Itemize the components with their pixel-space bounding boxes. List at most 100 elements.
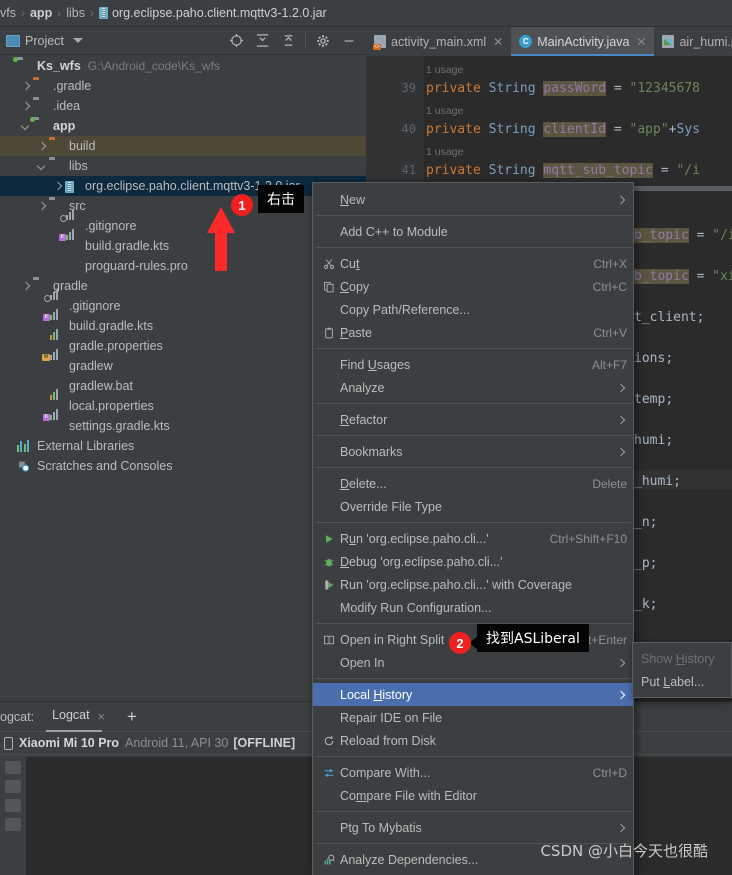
external-libraries-icon bbox=[17, 439, 32, 453]
code-token: private bbox=[426, 163, 489, 178]
chevron-right-icon bbox=[617, 823, 627, 833]
select-opened-file-icon[interactable] bbox=[223, 29, 249, 53]
close-icon[interactable]: × bbox=[98, 710, 105, 724]
project-panel-title[interactable]: Project bbox=[25, 34, 64, 48]
code-token: clientId bbox=[543, 122, 607, 137]
close-icon[interactable]: ✕ bbox=[493, 35, 503, 49]
minimize-icon[interactable] bbox=[336, 29, 362, 53]
tree-item-ks-wfs[interactable]: Ks_wfs G:\Android_code\Ks_wfs bbox=[0, 56, 366, 76]
code-token: temp bbox=[634, 392, 666, 407]
folder-orange-icon bbox=[33, 80, 48, 93]
menu-item-new[interactable]: New bbox=[313, 188, 633, 211]
code-token: _p bbox=[634, 556, 650, 571]
code-token: ; bbox=[649, 597, 658, 612]
add-tab-icon[interactable]: + bbox=[127, 708, 137, 725]
code-token: mqtt_sub_topic bbox=[543, 163, 653, 178]
chevron-right-icon[interactable] bbox=[52, 181, 63, 192]
tab-main-activity-java[interactable]: C MainActivity.java ✕ bbox=[511, 27, 655, 56]
menu-item-label: Paste bbox=[340, 325, 372, 340]
menu-item-repair-ide-on-file[interactable]: Repair IDE on File bbox=[313, 706, 633, 729]
tree-item-app[interactable]: app bbox=[0, 116, 366, 136]
menu-item-ptg-to-mybatis[interactable]: Ptg To Mybatis bbox=[313, 816, 633, 839]
breadcrumb-file[interactable]: org.eclipse.paho.client.mqttv3-1.2.0.jar bbox=[112, 6, 327, 20]
tree-item-build[interactable]: build bbox=[0, 136, 366, 156]
tree-item--idea[interactable]: .idea bbox=[0, 96, 366, 116]
expand-all-icon[interactable] bbox=[249, 29, 275, 53]
menu-item-delete[interactable]: Delete... Delete bbox=[313, 472, 633, 495]
clipboard-icon bbox=[323, 327, 340, 339]
submenu-item-put-label[interactable]: Put Label... bbox=[633, 670, 731, 693]
menu-item-local-history[interactable]: Local History bbox=[313, 683, 633, 706]
logcat-rail-button[interactable] bbox=[5, 799, 21, 812]
tab-activity-main-xml[interactable]: activity_main.xml ✕ bbox=[366, 27, 511, 56]
tree-item--gradle[interactable]: .gradle bbox=[0, 76, 366, 96]
code-fragment: b_topic = "/i bbox=[634, 228, 732, 243]
code-usage-hint[interactable]: 1 usage bbox=[426, 144, 463, 159]
menu-item-copy-path-reference[interactable]: Copy Path/Reference... bbox=[313, 298, 633, 321]
menu-item-label: Add C++ to Module bbox=[340, 224, 448, 239]
code-token: = bbox=[688, 269, 713, 284]
chevron-right-icon[interactable] bbox=[20, 101, 31, 112]
code-token: 1 usage bbox=[426, 64, 464, 76]
chevron-right-icon[interactable] bbox=[36, 141, 47, 152]
menu-item-reload-from-disk[interactable]: Reload from Disk bbox=[313, 729, 633, 752]
chevron-down-icon[interactable] bbox=[20, 121, 31, 132]
tree-item-label: .gradle bbox=[53, 79, 92, 93]
code-usage-hint[interactable]: 1 usage bbox=[426, 103, 463, 118]
menu-item-compare-with[interactable]: Compare With... Ctrl+D bbox=[313, 761, 633, 784]
compare-icon bbox=[323, 767, 340, 779]
code-usage-hint[interactable]: 1 usage bbox=[426, 62, 463, 77]
chevron-right-icon[interactable] bbox=[20, 81, 31, 92]
menu-item-label: Open In bbox=[340, 655, 385, 670]
gear-icon[interactable] bbox=[310, 29, 336, 53]
collapse-all-icon[interactable] bbox=[275, 29, 301, 53]
menu-item-run-org-eclipse-paho-cli-with-coverage[interactable]: Run 'org.eclipse.paho.cli...' with Cover… bbox=[313, 573, 633, 596]
menu-item-run-org-eclipse-paho-cli[interactable]: Run 'org.eclipse.paho.cli...' Ctrl+Shift+… bbox=[313, 527, 633, 550]
text-file-icon bbox=[65, 260, 80, 273]
code-token: humi bbox=[634, 433, 666, 448]
image-file-icon bbox=[662, 35, 675, 48]
menu-item-add-c-to-module[interactable]: Add C++ to Module bbox=[313, 220, 633, 243]
code-token: ; bbox=[665, 392, 674, 407]
menu-item-compare-file-with-editor[interactable]: Compare File with Editor bbox=[313, 784, 633, 807]
breadcrumb-item-app[interactable]: app bbox=[30, 6, 52, 20]
menu-item-open-in[interactable]: Open In bbox=[313, 651, 633, 674]
code-token: 1 usage bbox=[426, 105, 464, 117]
breadcrumb: vfs › app › libs › org.eclipse.paho.clie… bbox=[0, 0, 732, 27]
menu-item-find-usages[interactable]: Find Usages Alt+F7 bbox=[313, 353, 633, 376]
chevron-right-icon[interactable] bbox=[20, 281, 31, 292]
breadcrumb-item-vfs[interactable]: vfs bbox=[0, 6, 16, 20]
tab-air-humi-png[interactable]: air_humi.pn bbox=[654, 27, 732, 56]
annotation-number-2: 2 bbox=[449, 632, 471, 654]
menu-item-debug-org-eclipse-paho-cli[interactable]: Debug 'org.eclipse.paho.cli...' bbox=[313, 550, 633, 573]
close-icon[interactable]: ✕ bbox=[636, 35, 646, 49]
menu-item-modify-run-configuration[interactable]: Modify Run Configuration... bbox=[313, 596, 633, 619]
scissors-icon bbox=[323, 258, 340, 270]
menu-divider bbox=[315, 247, 631, 248]
chevron-down-icon[interactable] bbox=[36, 161, 47, 172]
menu-item-label: Delete... bbox=[340, 476, 387, 491]
logcat-tab[interactable]: Logcat bbox=[46, 708, 101, 732]
menu-item-copy[interactable]: Copy Ctrl+C bbox=[313, 275, 633, 298]
breadcrumb-item-libs[interactable]: libs bbox=[66, 6, 85, 20]
menu-item-label: Copy Path/Reference... bbox=[340, 302, 470, 317]
breadcrumb-separator: › bbox=[20, 6, 25, 20]
menu-item-bookmarks[interactable]: Bookmarks bbox=[313, 440, 633, 463]
logcat-rail-button[interactable] bbox=[5, 780, 21, 793]
menu-item-label: New bbox=[340, 192, 366, 207]
tree-item-libs[interactable]: libs bbox=[0, 156, 366, 176]
chevron-right-icon[interactable] bbox=[36, 201, 47, 212]
logcat-rail-button[interactable] bbox=[5, 818, 21, 831]
menu-item-analyze[interactable]: Analyze bbox=[313, 376, 633, 399]
menu-divider bbox=[315, 756, 631, 757]
menu-item-label: Reload from Disk bbox=[340, 733, 436, 748]
menu-item-paste[interactable]: Paste Ctrl+V bbox=[313, 321, 633, 344]
menu-item-refactor[interactable]: Refactor bbox=[313, 408, 633, 431]
chevron-down-icon[interactable] bbox=[72, 38, 83, 43]
logcat-rail-button[interactable] bbox=[5, 761, 21, 774]
menu-item-override-file-type[interactable]: Override File Type bbox=[313, 495, 633, 518]
menu-item-cut[interactable]: Cut Ctrl+X bbox=[313, 252, 633, 275]
